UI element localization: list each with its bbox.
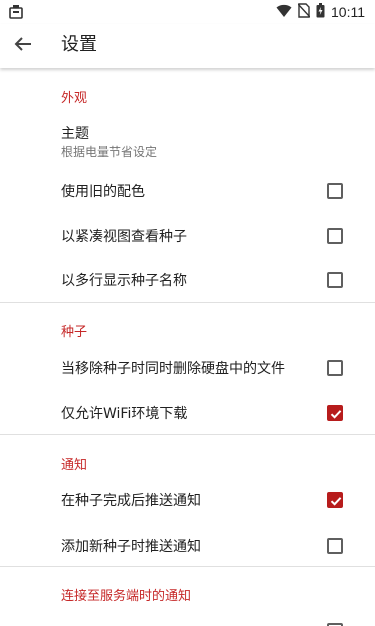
pref-theme[interactable]: 主题 根据电量节省设定 xyxy=(0,114,375,166)
section-divider xyxy=(0,434,375,435)
pref-notify-complete-label: 在种子完成后推送通知 xyxy=(61,493,201,509)
section-header-notifications: 通知 xyxy=(61,458,88,473)
wifi-icon xyxy=(276,3,292,22)
status-icons: 10:11 xyxy=(276,2,365,22)
section-header-server-notifications: 连接至服务端时的通知 xyxy=(61,589,192,604)
pref-multiline-names[interactable]: 以多行显示种子名称 xyxy=(0,258,375,302)
section-divider xyxy=(0,302,375,303)
status-time: 10:11 xyxy=(331,4,365,20)
notify-add-checkbox[interactable] xyxy=(327,538,343,554)
section-header-torrents: 种子 xyxy=(61,325,88,340)
page-title: 设置 xyxy=(61,34,97,55)
pref-notify-add[interactable]: 添加新种子时推送通知 xyxy=(0,523,375,567)
pref-compact-view[interactable]: 以紧凑视图查看种子 xyxy=(0,213,375,257)
pref-notify-complete[interactable]: 在种子完成后推送通知 xyxy=(0,477,375,523)
pref-theme-title: 主题 xyxy=(61,126,89,142)
pref-wifi-only-label: 仅允许WiFi环境下载 xyxy=(61,406,188,422)
compact-view-checkbox[interactable] xyxy=(327,228,343,244)
check-icon xyxy=(330,410,342,419)
check-icon xyxy=(330,497,342,506)
pref-delete-files[interactable]: 当移除种子时同时删除硬盘中的文件 xyxy=(0,344,375,390)
pref-notify-add-label: 添加新种子时推送通知 xyxy=(61,539,201,555)
pref-server-notify-partial[interactable] xyxy=(0,608,375,626)
notification-icon xyxy=(8,4,24,20)
notify-complete-checkbox[interactable] xyxy=(327,492,343,508)
wifi-only-checkbox[interactable] xyxy=(327,405,343,421)
no-sim-icon xyxy=(297,2,311,22)
status-bar: 10:11 xyxy=(0,0,375,24)
pref-wifi-only[interactable]: 仅允许WiFi环境下载 xyxy=(0,390,375,434)
pref-multiline-names-label: 以多行显示种子名称 xyxy=(61,273,187,289)
old-colors-checkbox[interactable] xyxy=(327,183,343,199)
pref-theme-summary: 根据电量节省设定 xyxy=(61,145,158,159)
pref-old-colors[interactable]: 使用旧的配色 xyxy=(0,168,375,212)
pref-compact-view-label: 以紧凑视图查看种子 xyxy=(61,229,187,245)
battery-icon xyxy=(316,2,325,22)
settings-list: 外观 主题 根据电量节省设定 使用旧的配色 以紧凑视图查看种子 以多行显示种子名… xyxy=(0,68,375,626)
delete-files-checkbox[interactable] xyxy=(327,360,343,376)
pref-delete-files-label: 当移除种子时同时删除硬盘中的文件 xyxy=(61,361,285,377)
multiline-names-checkbox[interactable] xyxy=(327,272,343,288)
pref-old-colors-label: 使用旧的配色 xyxy=(61,184,145,200)
back-arrow-icon[interactable] xyxy=(11,32,35,56)
app-bar: 设置 xyxy=(0,24,375,68)
section-divider xyxy=(0,566,375,567)
settings-screen: 10:11 设置 外观 主题 根据电量节省设定 使用旧的配色 以紧凑视图查看种子… xyxy=(0,0,375,626)
section-header-appearance: 外观 xyxy=(61,91,88,106)
